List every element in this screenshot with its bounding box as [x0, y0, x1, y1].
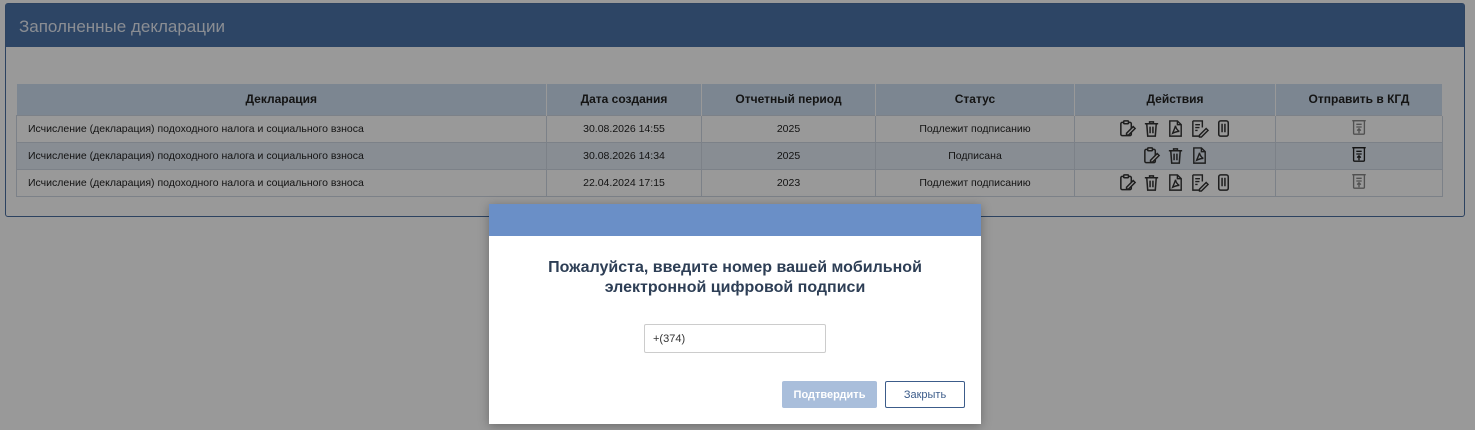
dialog-title: Пожалуйста, введите номер вашей мобильно… [489, 258, 981, 298]
close-button[interactable]: Закрыть [885, 381, 965, 408]
dialog-title-line2: электронной цифровой подписи [604, 279, 866, 296]
dialog-title-line1: Пожалуйста, введите номер вашей мобильно… [548, 259, 922, 276]
mobile-signature-dialog: Пожалуйста, введите номер вашей мобильно… [489, 204, 981, 424]
dialog-header-bar [489, 204, 981, 236]
confirm-button[interactable]: Подтвердить [782, 381, 877, 408]
phone-number-input[interactable] [644, 324, 826, 353]
